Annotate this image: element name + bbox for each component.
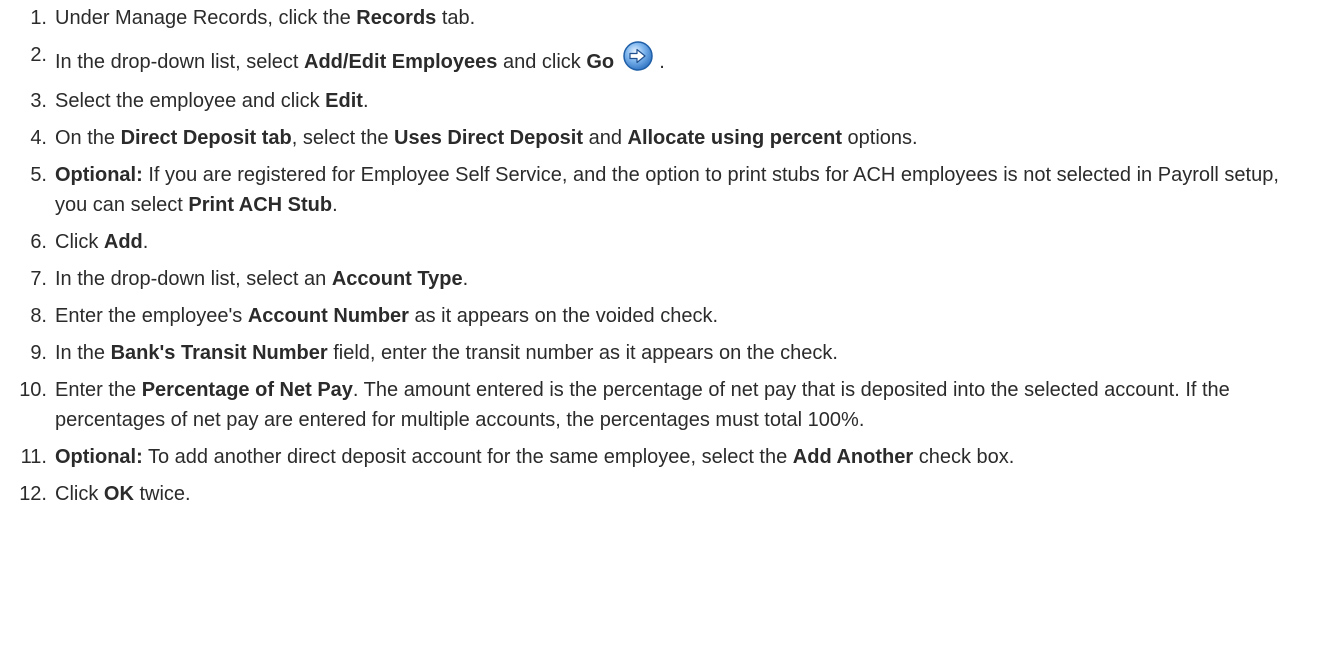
step-text: In the drop-down list, select an Account… bbox=[55, 264, 1319, 294]
step-text-run: . bbox=[142, 231, 149, 253]
list-item: 6. Click Add. bbox=[0, 227, 1319, 257]
list-item: 3. Select the employee and click Edit. bbox=[0, 86, 1319, 116]
step-number: 2. bbox=[30, 44, 47, 66]
step-text-run: On the bbox=[55, 127, 121, 149]
step-text-run: . bbox=[332, 194, 338, 216]
step-text-run: and click bbox=[497, 51, 587, 73]
step-number: 9. bbox=[30, 342, 47, 364]
bold-term: Bank's Transit Number bbox=[110, 342, 328, 364]
step-text: Optional: If you are registered for Empl… bbox=[55, 160, 1319, 220]
bold-term: Percentage of Net Pay bbox=[141, 379, 353, 401]
step-text-run bbox=[614, 51, 620, 73]
bold-term: Add Another bbox=[792, 446, 914, 468]
step-number: 4. bbox=[30, 127, 47, 149]
step-text-run: twice. bbox=[133, 483, 191, 505]
step-number: 1. bbox=[30, 7, 47, 29]
step-text-run: options. bbox=[842, 127, 918, 149]
bold-term: Allocate using percent bbox=[627, 127, 843, 149]
step-text-run: Under Manage Records, click the bbox=[55, 7, 357, 29]
step-text-run: tab. bbox=[436, 7, 476, 29]
step-text-run: In the bbox=[55, 342, 111, 364]
list-item: 10. Enter the Percentage of Net Pay. The … bbox=[0, 375, 1319, 435]
bold-term: Optional: bbox=[55, 164, 143, 186]
bold-term: Account Type bbox=[331, 268, 463, 290]
bold-term: Add bbox=[103, 231, 143, 253]
step-text-run: . bbox=[653, 51, 665, 73]
bold-term: Print ACH Stub bbox=[188, 194, 333, 216]
step-text-run: check box. bbox=[913, 446, 1015, 468]
instruction-steps-list: 1. Under Manage Records, click the Record… bbox=[0, 0, 1319, 509]
bold-term: Optional: bbox=[55, 446, 143, 468]
step-number: 11. bbox=[20, 446, 47, 468]
step-number: 10. bbox=[19, 379, 47, 401]
step-text-run: Click bbox=[55, 231, 104, 253]
step-text-run: field, enter the transit number as it ap… bbox=[327, 342, 838, 364]
bold-term: Account Number bbox=[247, 305, 409, 327]
step-text-run: , select the bbox=[291, 127, 395, 149]
step-text: Under Manage Records, click the Records … bbox=[55, 3, 1319, 33]
step-text-run: Select the employee and click bbox=[55, 90, 326, 112]
step-number: 12. bbox=[19, 483, 47, 505]
step-text-run: In the drop-down list, select bbox=[55, 51, 305, 73]
bold-term: OK bbox=[103, 483, 134, 505]
bold-term: Uses Direct Deposit bbox=[394, 127, 584, 149]
step-text: Click Add. bbox=[55, 227, 1319, 257]
list-item: 1. Under Manage Records, click the Record… bbox=[0, 3, 1319, 33]
bold-term: Edit bbox=[325, 90, 363, 112]
step-number: 5. bbox=[30, 164, 47, 186]
step-text-run: Enter the employee's bbox=[55, 305, 248, 327]
bold-term: Records bbox=[356, 7, 437, 29]
step-text: Click OK twice. bbox=[55, 479, 1319, 509]
bold-term: Add/Edit Employees bbox=[304, 51, 498, 73]
step-number: 8. bbox=[30, 305, 47, 327]
step-number: 6. bbox=[30, 231, 47, 253]
list-item: 7. In the drop-down list, select an Accou… bbox=[0, 264, 1319, 294]
step-text-run: . bbox=[462, 268, 469, 290]
step-text: Enter the Percentage of Net Pay. The amo… bbox=[55, 375, 1319, 435]
list-item: 12. Click OK twice. bbox=[0, 479, 1319, 509]
bold-term: Direct Deposit tab bbox=[120, 127, 292, 149]
step-text-run: and bbox=[583, 127, 628, 149]
step-text-run: . bbox=[362, 90, 369, 112]
list-item: 4. On the Direct Deposit tab, select the … bbox=[0, 123, 1319, 153]
step-text-run: Enter the bbox=[55, 379, 142, 401]
step-text-run: as it appears on the voided check. bbox=[408, 305, 719, 327]
step-number: 7. bbox=[30, 268, 47, 290]
step-text: In the Bank's Transit Number field, ente… bbox=[55, 338, 1319, 368]
list-item: 8. Enter the employee's Account Number as… bbox=[0, 301, 1319, 331]
list-item: 5. Optional: If you are registered for Em… bbox=[0, 160, 1319, 220]
step-text: Enter the employee's Account Number as i… bbox=[55, 301, 1319, 331]
step-text-run: In the drop-down list, select an bbox=[55, 268, 332, 290]
go-arrow-icon bbox=[622, 40, 654, 72]
list-item: 11. Optional: To add another direct depos… bbox=[0, 442, 1319, 472]
bold-term: Go bbox=[586, 51, 615, 73]
step-text: On the Direct Deposit tab, select the Us… bbox=[55, 123, 1319, 153]
step-text-run: Click bbox=[55, 483, 104, 505]
step-number: 3. bbox=[30, 90, 47, 112]
step-text: Optional: To add another direct deposit … bbox=[55, 442, 1319, 472]
list-item: 9. In the Bank's Transit Number field, en… bbox=[0, 338, 1319, 368]
step-text: Select the employee and click Edit. bbox=[55, 86, 1319, 116]
list-item: 2. In the drop-down list, select Add/Edit… bbox=[0, 40, 1319, 77]
step-text: In the drop-down list, select Add/Edit E… bbox=[55, 40, 1319, 77]
step-text-run: To add another direct deposit account fo… bbox=[142, 446, 793, 468]
